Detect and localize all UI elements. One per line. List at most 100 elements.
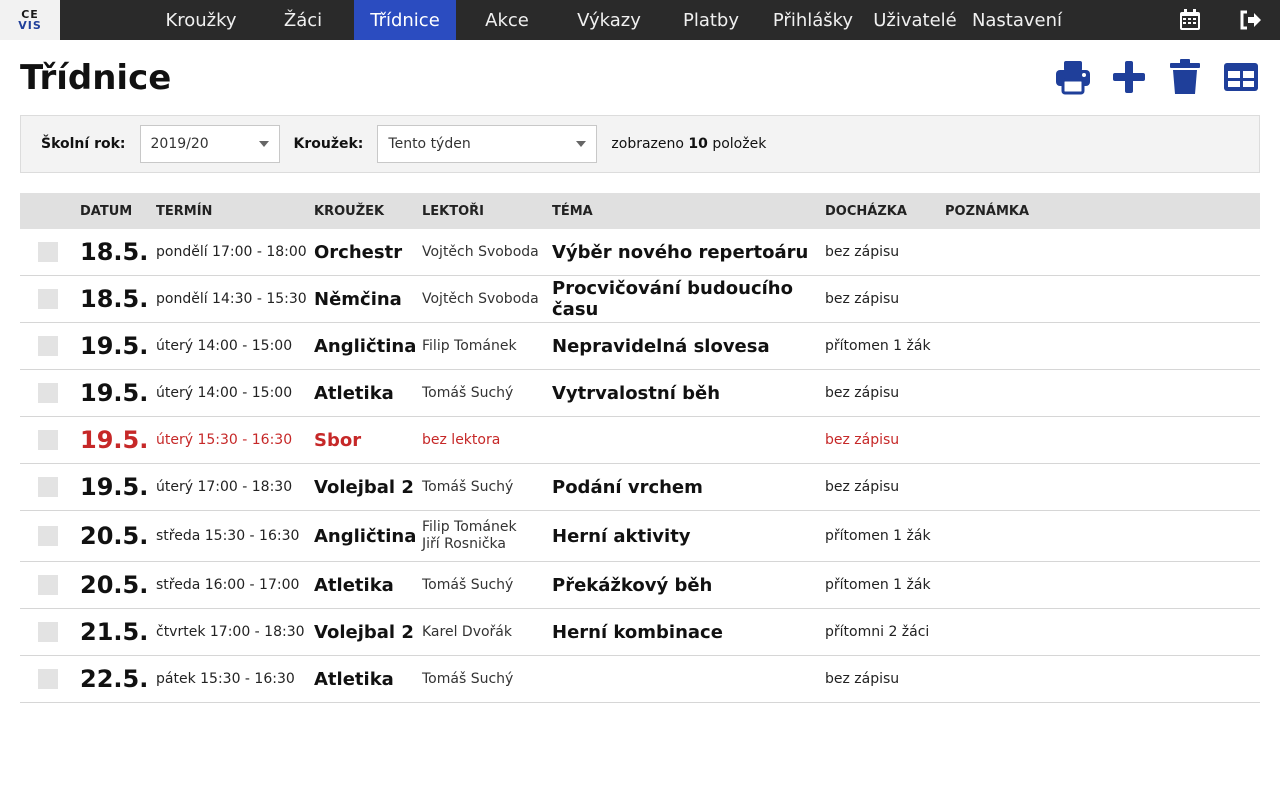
row-date: 21.5. (80, 618, 149, 646)
club-label: Kroužek: (293, 136, 364, 152)
header-term[interactable]: TERMÍN (156, 204, 314, 219)
nav-item-0[interactable]: Kroužky (150, 0, 252, 40)
row-lectors: Tomáš Suchý (422, 479, 552, 496)
row-checkbox[interactable] (38, 575, 58, 595)
lector-name: Tomáš Suchý (422, 478, 514, 495)
header-topic[interactable]: TÉMA (552, 204, 825, 219)
row-lectors: bez lektora (422, 432, 552, 449)
row-date: 18.5. (80, 285, 149, 313)
table-row[interactable]: 19.5. úterý 14:00 - 15:00 Angličtina Filip … (20, 323, 1260, 370)
club-select[interactable]: Tento týden (377, 125, 598, 163)
nav-item-1[interactable]: Žáci (252, 0, 354, 40)
row-checkbox[interactable] (38, 242, 58, 262)
row-topic: Vytrvalostní běh (552, 382, 721, 404)
cevis-logo[interactable]: CE VIS (0, 0, 60, 40)
row-checkbox[interactable] (38, 289, 58, 309)
row-attendance: bez zápisu (825, 385, 900, 401)
row-date: 19.5. (80, 473, 149, 501)
table-row[interactable]: 18.5. pondělí 17:00 - 18:00 Orchestr Vojtěc… (20, 229, 1260, 276)
action-toolbar (1054, 58, 1260, 96)
header-lectors[interactable]: LEKTOŘI (422, 204, 552, 219)
row-date: 19.5. (80, 379, 149, 407)
row-checkbox[interactable] (38, 336, 58, 356)
row-term: čtvrtek 17:00 - 18:30 (156, 624, 305, 640)
nav-item-2[interactable]: Třídnice (354, 0, 456, 40)
school-year-select[interactable]: 2019/20 (139, 125, 280, 163)
row-date: 20.5. (80, 522, 149, 550)
table-row[interactable]: 20.5. středa 16:00 - 17:00 Atletika Tomáš S… (20, 562, 1260, 609)
row-club[interactable]: Němčina (314, 289, 422, 310)
top-navigation-bar: CE VIS Kroužky Žáci Třídnice Akce Výkazy Plat… (0, 0, 1280, 40)
row-date: 19.5. (80, 426, 149, 454)
row-topic: Výběr nového repertoáru (552, 241, 809, 263)
row-attendance: bez zápisu (825, 479, 900, 495)
page-title: Třídnice (20, 58, 172, 98)
header-date[interactable]: DATUM (80, 204, 156, 219)
table-row[interactable]: 20.5. středa 15:30 - 16:30 Angličtina Filip… (20, 511, 1260, 562)
nav-item-5[interactable]: Platby (660, 0, 762, 40)
add-icon[interactable] (1110, 58, 1148, 96)
row-checkbox[interactable] (38, 383, 58, 403)
row-lectors: Tomáš Suchý (422, 577, 552, 594)
row-club[interactable]: Angličtina (314, 336, 422, 357)
nav-item-4[interactable]: Výkazy (558, 0, 660, 40)
table-body: 18.5. pondělí 17:00 - 18:00 Orchestr Vojtěc… (20, 229, 1260, 703)
header-club[interactable]: KROUŽEK (314, 204, 422, 219)
row-checkbox[interactable] (38, 430, 58, 450)
school-year-value: 2019/20 (150, 136, 209, 152)
row-date: 20.5. (80, 571, 149, 599)
header-note[interactable]: POZNÁMKA (945, 204, 1260, 219)
row-club[interactable]: Volejbal 2 (314, 477, 422, 498)
row-date: 19.5. (80, 332, 149, 360)
row-checkbox[interactable] (38, 622, 58, 642)
row-checkbox[interactable] (38, 669, 58, 689)
table-row[interactable]: 19.5. úterý 14:00 - 15:00 Atletika Tomáš Su… (20, 370, 1260, 417)
row-term: úterý 17:00 - 18:30 (156, 479, 293, 495)
header-attendance[interactable]: DOCHÁZKA (825, 204, 945, 219)
logo-line-2: VIS (18, 19, 42, 32)
row-club[interactable]: Sbor (314, 430, 422, 451)
lector-name: Vojtěch Svoboda (422, 290, 539, 307)
attendance-table: DATUM TERMÍN KROUŽEK LEKTOŘI TÉMA DOCHÁZ… (20, 193, 1260, 703)
lector-name: Karel Dvořák (422, 623, 512, 640)
table-row[interactable]: 21.5. čtvrtek 17:00 - 18:30 Volejbal 2 Kare… (20, 609, 1260, 656)
row-date: 22.5. (80, 665, 149, 693)
table-row[interactable]: 18.5. pondělí 14:30 - 15:30 Němčina Vojtěch… (20, 276, 1260, 323)
table-row[interactable]: 19.5. úterý 15:30 - 16:30 Sbor bez lektora b… (20, 417, 1260, 464)
grid-view-icon[interactable] (1222, 58, 1260, 96)
row-attendance: bez zápisu (825, 671, 900, 687)
row-attendance: bez zápisu (825, 291, 900, 307)
row-club[interactable]: Orchestr (314, 242, 422, 263)
nav-item-7[interactable]: Uživatelé (864, 0, 966, 40)
row-club[interactable]: Atletika (314, 575, 422, 596)
row-term: pátek 15:30 - 16:30 (156, 671, 295, 687)
row-topic: Podání vrchem (552, 476, 703, 498)
row-club[interactable]: Atletika (314, 383, 422, 404)
lector-name: Filip Tománek (422, 337, 517, 354)
row-term: pondělí 14:30 - 15:30 (156, 291, 307, 307)
row-club[interactable]: Angličtina (314, 526, 422, 547)
nav-item-8[interactable]: Nastavení (966, 0, 1068, 40)
table-row[interactable]: 22.5. pátek 15:30 - 16:30 Atletika Tomáš Su… (20, 656, 1260, 703)
nav-item-3[interactable]: Akce (456, 0, 558, 40)
chevron-down-icon (576, 141, 587, 147)
chevron-down-icon (258, 141, 269, 147)
filter-panel: Školní rok: 2019/20 Kroužek: Tento týden… (20, 115, 1260, 173)
row-club[interactable]: Atletika (314, 669, 422, 690)
row-attendance: přítomen 1 žák (825, 577, 931, 593)
row-club[interactable]: Volejbal 2 (314, 622, 422, 643)
nav-item-6[interactable]: Přihlášky (762, 0, 864, 40)
row-term: úterý 15:30 - 16:30 (156, 432, 293, 448)
logout-icon[interactable] (1238, 8, 1262, 32)
row-checkbox[interactable] (38, 526, 58, 546)
table-row[interactable]: 19.5. úterý 17:00 - 18:30 Volejbal 2 Tomáš … (20, 464, 1260, 511)
row-checkbox[interactable] (38, 477, 58, 497)
print-icon[interactable] (1054, 58, 1092, 96)
row-lectors: Tomáš Suchý (422, 385, 552, 402)
lector-name: Filip Tománek (422, 519, 517, 535)
row-topic: Nepravidelná slovesa (552, 335, 770, 357)
delete-icon[interactable] (1166, 58, 1204, 96)
club-value: Tento týden (388, 136, 471, 152)
calendar-icon[interactable] (1178, 8, 1202, 32)
lector-name: Tomáš Suchý (422, 670, 514, 687)
